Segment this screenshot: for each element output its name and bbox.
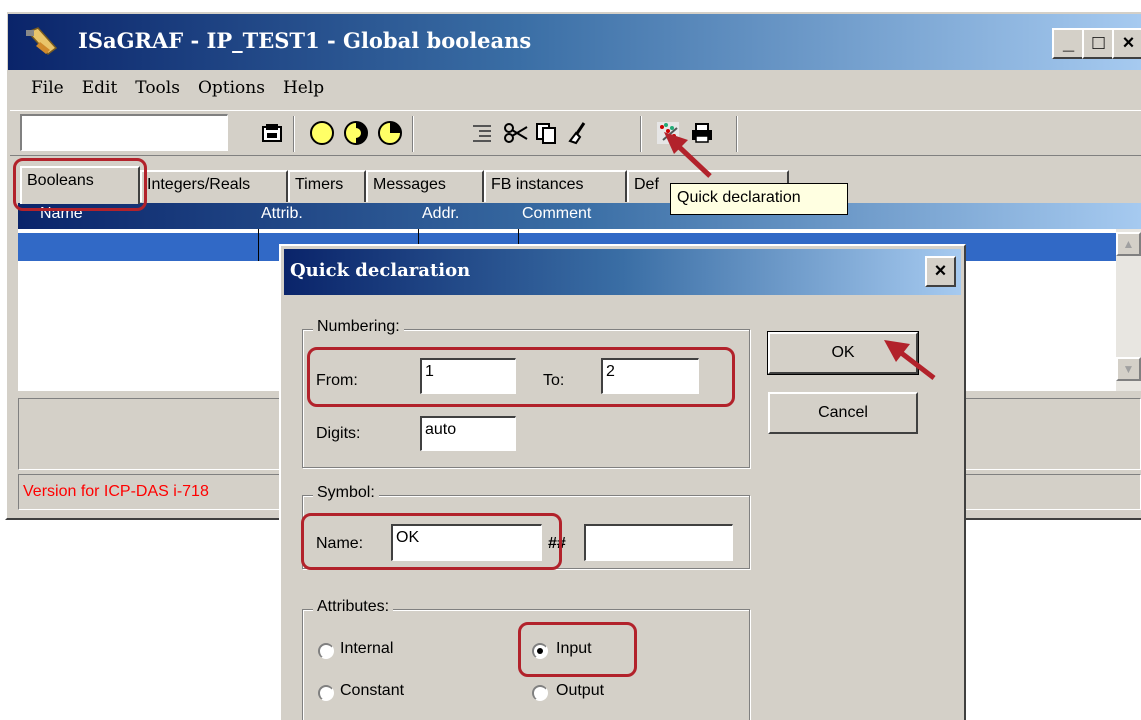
app-icon (26, 27, 58, 56)
symbol-label: Symbol: (313, 484, 379, 502)
column-divider (258, 229, 259, 261)
suffix-input[interactable] (584, 524, 733, 561)
copy-icon[interactable] (530, 118, 562, 148)
tab-integers-reals[interactable]: Integers/Reals (140, 170, 288, 202)
numbering-group (302, 329, 750, 468)
to-label: To: (543, 372, 565, 389)
save-icon[interactable] (256, 118, 288, 148)
input-label[interactable]: Input (556, 640, 592, 658)
dialog-close-button[interactable]: × (925, 256, 956, 287)
attributes-label: Attributes: (313, 598, 394, 616)
name-label: Name: (316, 535, 364, 552)
from-input[interactable]: 1 (420, 358, 516, 394)
title-bar[interactable]: ISaGRAF - IP_TEST1 - Global booleans _ □… (8, 14, 1141, 70)
constant-label[interactable]: Constant (340, 682, 404, 700)
digits-input[interactable]: auto (420, 416, 516, 451)
menu-edit[interactable]: Edit (73, 76, 127, 106)
from-label: From: (316, 372, 358, 389)
tooltip: Quick declaration (670, 183, 848, 215)
col-attrib[interactable]: Attrib. (261, 205, 303, 223)
scroll-up-icon[interactable]: ▲ (1116, 232, 1141, 256)
menu-file[interactable]: File (22, 76, 73, 106)
toolbar-separator (640, 116, 642, 152)
tab-timers[interactable]: Timers (288, 170, 366, 202)
radio-internal[interactable] (318, 643, 334, 659)
col-addr[interactable]: Addr. (422, 205, 459, 223)
toolbar-separator (293, 116, 295, 152)
close-button[interactable]: × (1112, 28, 1141, 59)
radio-constant[interactable] (318, 685, 334, 701)
clear-icon[interactable] (562, 118, 594, 148)
circle-quarter-icon[interactable] (374, 118, 406, 148)
menu-help[interactable]: Help (274, 76, 333, 106)
internal-label[interactable]: Internal (340, 640, 393, 658)
tab-fb-instances[interactable]: FB instances (484, 170, 627, 202)
circle-half-icon[interactable] (340, 118, 372, 148)
output-label[interactable]: Output (556, 682, 604, 700)
indent-icon[interactable] (466, 118, 498, 148)
to-input[interactable]: 2 (601, 358, 699, 394)
numbering-label: Numbering: (313, 318, 404, 336)
dialog-title-bar[interactable]: Quick declaration × (284, 249, 961, 295)
window-title: ISaGRAF - IP_TEST1 - Global booleans (78, 28, 532, 53)
radio-output[interactable] (532, 685, 548, 701)
cut-icon[interactable] (500, 118, 532, 148)
ok-button[interactable]: OK (767, 331, 919, 375)
toolbar-separator (736, 116, 738, 152)
attributes-group (302, 609, 750, 720)
digits-label: Digits: (316, 425, 361, 442)
cancel-button[interactable]: Cancel (768, 392, 918, 434)
list-header: Name Attrib. Addr. Comment (18, 203, 1141, 229)
minimize-button[interactable]: _ (1052, 28, 1085, 59)
tab-messages[interactable]: Messages (366, 170, 484, 202)
maximize-button[interactable]: □ (1082, 28, 1115, 59)
dialog-title: Quick declaration (290, 260, 471, 281)
menu-bar: File Edit Tools Options Help (22, 76, 333, 106)
scroll-down-icon[interactable]: ▼ (1116, 357, 1141, 381)
name-input[interactable]: OK (391, 524, 542, 561)
toolbar-separator (412, 116, 414, 152)
print-icon[interactable] (686, 118, 718, 148)
radio-input[interactable] (532, 643, 548, 659)
circle-empty-icon[interactable] (306, 118, 338, 148)
suffix-label: ## (548, 535, 566, 552)
toolbar-input[interactable] (20, 114, 228, 151)
tab-booleans[interactable]: Booleans (20, 166, 140, 204)
quick-declaration-icon[interactable] (652, 118, 684, 148)
col-comment[interactable]: Comment (522, 205, 591, 223)
menu-options[interactable]: Options (189, 76, 274, 106)
col-name[interactable]: Name (40, 205, 83, 223)
menu-tools[interactable]: Tools (126, 76, 189, 106)
